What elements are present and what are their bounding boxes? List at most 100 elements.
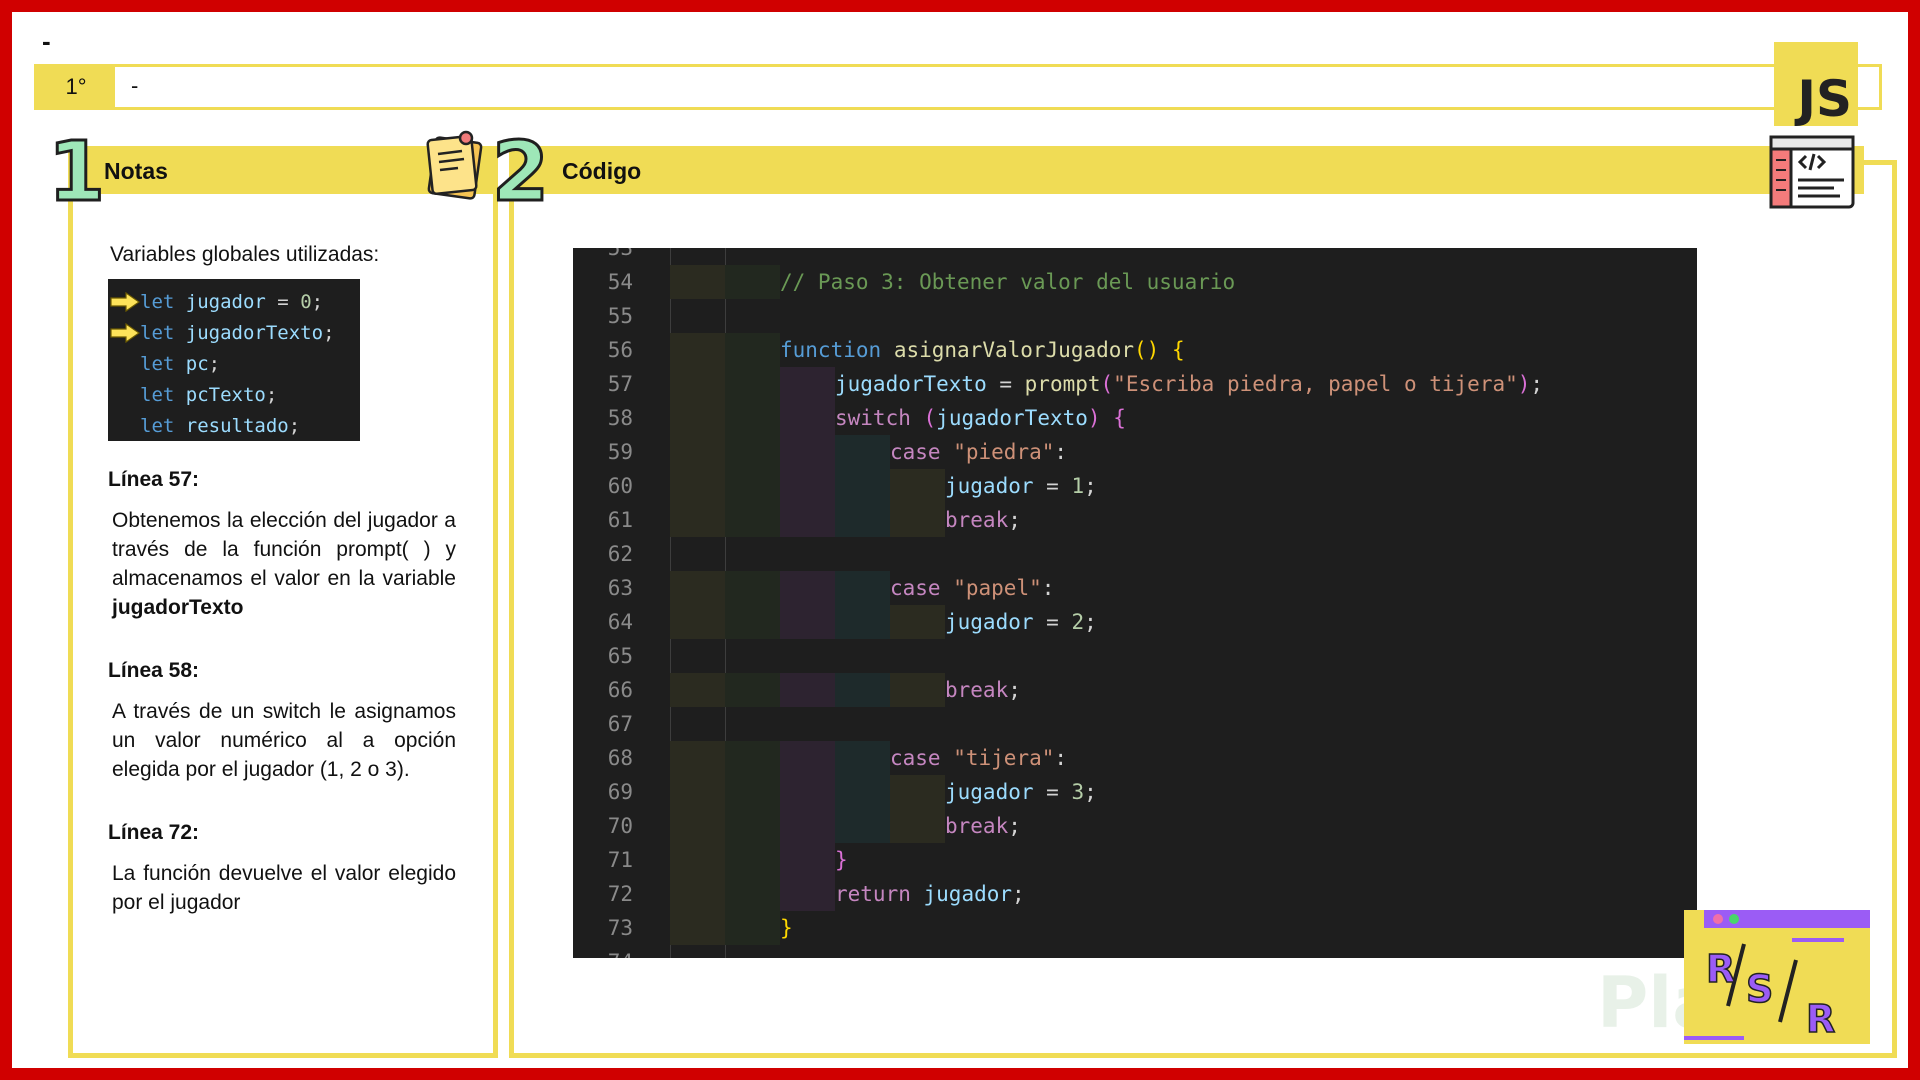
code-token: "papel" <box>953 576 1042 600</box>
line-number: 64 <box>607 610 633 634</box>
line-number: 73 <box>607 916 633 940</box>
global-var-keyword: let <box>140 322 175 344</box>
code-token: ) <box>1087 406 1101 430</box>
code-token: ; <box>1530 372 1544 396</box>
class-number: 1° <box>37 67 115 107</box>
line-number: 60 <box>607 474 633 498</box>
indent-guide <box>725 741 780 775</box>
code-token: = <box>1033 610 1072 634</box>
code-text: jugador = 3; <box>945 775 1097 809</box>
indent-guide <box>725 503 780 537</box>
indent-guide <box>725 877 780 911</box>
code-token: ; <box>1008 814 1021 838</box>
line-number: 54 <box>607 270 633 294</box>
indent-guide <box>670 571 725 605</box>
code-token: case <box>890 746 941 770</box>
code-line: 62 <box>573 537 1697 571</box>
indent-guide <box>890 809 945 843</box>
global-var-space <box>174 353 185 375</box>
indent-guide <box>670 809 725 843</box>
notes-panel-number: 1 <box>46 125 106 220</box>
global-var-name: jugadorTexto <box>185 322 324 344</box>
code-token: } <box>835 848 848 872</box>
indent-guide <box>670 877 725 911</box>
code-token: ; <box>1084 610 1097 634</box>
code-token: () <box>1134 338 1160 362</box>
code-text: } <box>780 911 793 945</box>
code-line: 61 break; <box>573 503 1697 537</box>
global-var-end: ; <box>311 291 324 313</box>
line-number: 71 <box>607 848 633 872</box>
line-number: 53 <box>607 248 633 260</box>
code-line: 58 switch (jugadorTexto) { <box>573 401 1697 435</box>
code-line: 64 jugador = 2; <box>573 605 1697 639</box>
indent-guide <box>780 775 835 809</box>
code-line: 54 // Paso 3: Obtener valor del usuario <box>573 265 1697 299</box>
indent-guide <box>780 673 835 707</box>
code-line: 60 jugador = 1; <box>573 469 1697 503</box>
code-token: ( <box>923 406 937 430</box>
code-token: asignarValorJugador <box>893 338 1135 362</box>
line-number: 58 <box>607 406 633 430</box>
indent-guide <box>725 401 780 435</box>
line-number: 63 <box>607 576 633 600</box>
code-line: 56 function asignarValorJugador() { <box>573 333 1697 367</box>
indent-guide <box>835 809 890 843</box>
code-token: jugadorTexto <box>936 406 1088 430</box>
line-number: 57 <box>607 372 633 396</box>
sticky-note-icon <box>426 130 483 200</box>
code-window-icon <box>1769 135 1855 209</box>
code-token: ; <box>1084 780 1097 804</box>
code-line: 57 jugadorTexto = prompt("Escriba piedra,… <box>573 367 1697 401</box>
indent-guide <box>670 775 725 809</box>
indent-guide <box>670 333 725 367</box>
code-text: break; <box>945 809 1021 843</box>
indent-guide <box>780 809 835 843</box>
indent-guide <box>670 401 725 435</box>
code-token: jugador <box>923 882 1013 906</box>
global-var-keyword: let <box>140 415 175 437</box>
indent-guide <box>890 775 945 809</box>
code-line: 67 <box>573 707 1697 741</box>
code-panel-number: 2 <box>490 125 550 220</box>
code-token: { <box>1171 338 1185 362</box>
code-token: : <box>1041 576 1055 600</box>
globals-intro: Variables globales utilizadas: <box>110 243 380 266</box>
indent-guide <box>835 775 890 809</box>
note-body: Obtenemos la elección del jugador a trav… <box>112 506 456 622</box>
note-text: Obtenemos la elección del jugador a trav… <box>112 509 456 590</box>
code-token: "piedra" <box>953 440 1055 464</box>
code-line: 73} <box>573 911 1697 945</box>
code-token: { <box>1113 406 1126 430</box>
indent-guide <box>890 673 945 707</box>
indent-guide <box>835 571 890 605</box>
notes-panel-title: Notas <box>104 158 168 184</box>
code-token: = <box>986 372 1025 396</box>
code-token: "Escriba piedra, papel o tijera" <box>1113 372 1518 396</box>
code-token: 1 <box>1071 474 1085 498</box>
global-var-keyword: let <box>140 291 175 313</box>
js-logo-text: JS <box>1797 70 1852 128</box>
global-var-value: 0 <box>300 291 312 313</box>
indent-guide <box>780 469 835 503</box>
global-var-line: let jugador = 0; <box>108 287 360 318</box>
line-number: 74 <box>573 945 633 958</box>
code-token: "tijera" <box>953 746 1055 770</box>
code-text: break; <box>945 503 1021 537</box>
global-var-end: ; <box>288 415 301 437</box>
notes-content: Variables globales utilizadas: let jugad… <box>108 240 456 951</box>
global-var-name: jugador <box>185 291 266 313</box>
code-line: 72 return jugador; <box>573 877 1697 911</box>
code-token: = <box>1033 474 1072 498</box>
line-number: 59 <box>607 440 633 464</box>
code-token: ; <box>1012 882 1025 906</box>
indent-guide <box>725 605 780 639</box>
highlight-arrow-icon <box>110 323 140 343</box>
indent-guide <box>780 503 835 537</box>
indent-guide <box>725 571 780 605</box>
